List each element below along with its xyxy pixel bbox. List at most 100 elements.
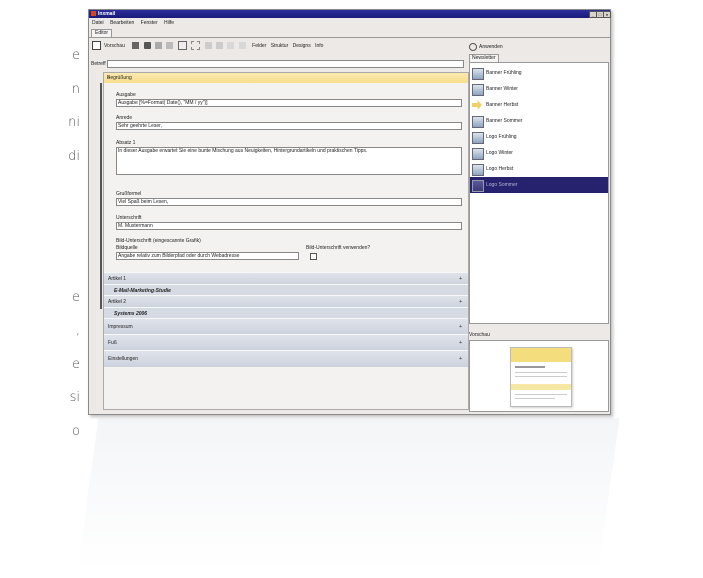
document-icon bbox=[472, 132, 484, 144]
image-icon[interactable] bbox=[238, 42, 246, 50]
title-bar: Inxmail _ □ × bbox=[89, 10, 611, 18]
subject-row: Betreff bbox=[91, 60, 464, 68]
list-item[interactable]: Banner Sommer bbox=[470, 113, 608, 129]
document-icon bbox=[472, 180, 484, 192]
gruss-label: Grußformel bbox=[116, 191, 142, 197]
list-item[interactable]: Logo Winter bbox=[470, 145, 608, 161]
list-item-label: Banner Sommer bbox=[486, 118, 523, 124]
preview-header: Vorschau bbox=[469, 332, 490, 338]
section-einstellungen[interactable]: Einstellungen + bbox=[104, 350, 468, 367]
menu-fenster[interactable]: Fenster bbox=[141, 20, 158, 26]
preview-icon bbox=[92, 41, 101, 51]
editor-area: Begrüßung – Ausgabe Ausgabe [%=Format( D… bbox=[100, 72, 469, 410]
expand-icon[interactable]: + bbox=[459, 324, 462, 330]
section-fuss-label: Fuß bbox=[108, 340, 117, 346]
list-item[interactable]: Banner Frühling bbox=[470, 65, 608, 81]
section-impressum[interactable]: Impressum + bbox=[104, 318, 468, 335]
background-text-5: e bbox=[72, 290, 80, 305]
background-text-9: o bbox=[72, 424, 80, 439]
document-icon bbox=[472, 84, 484, 96]
menu-hilfe[interactable]: Hilfe bbox=[164, 20, 174, 26]
preview-label: Vorschau bbox=[104, 43, 125, 49]
list-item-label: Banner Frühling bbox=[486, 70, 522, 76]
bildquelle-field[interactable]: Angabe relativ zum Bilderpfad oder durch… bbox=[116, 252, 299, 260]
section-bar bbox=[100, 83, 102, 309]
right-panel: Anwenden Newsletter Banner Frühling Bann… bbox=[467, 40, 609, 412]
anrede-label: Anrede bbox=[116, 115, 133, 121]
list-item[interactable]: Banner Herbst bbox=[470, 97, 608, 113]
background-text-7: e bbox=[72, 357, 80, 372]
background-text-6: , bbox=[75, 323, 80, 338]
artikel2-subtitle: Systems 2006 bbox=[114, 311, 148, 317]
arrow-right-icon bbox=[472, 100, 482, 110]
background-text-3: ni bbox=[68, 115, 80, 130]
section-artikel1-label: Artikel 1 bbox=[108, 276, 127, 282]
tab-newsletter[interactable]: Newsletter bbox=[469, 54, 499, 62]
paste-icon[interactable] bbox=[166, 42, 174, 50]
preview-pane bbox=[469, 340, 609, 412]
bildquelle-label: Bildquelle bbox=[116, 245, 138, 251]
info-button[interactable]: Info bbox=[315, 41, 323, 52]
absatz-field[interactable]: In dieser Ausgabe erwartet Sie eine bunt… bbox=[116, 147, 462, 175]
window-reflection bbox=[77, 418, 620, 568]
section-fuss[interactable]: Fuß + bbox=[104, 334, 468, 351]
copy-icon[interactable] bbox=[155, 42, 163, 50]
window-title: Inxmail bbox=[98, 11, 116, 17]
app-icon bbox=[91, 11, 96, 16]
expand-icon[interactable]: + bbox=[459, 340, 462, 346]
unterschrift-field[interactable]: M. Mustermann bbox=[116, 222, 462, 230]
list-item-label: Logo Frühling bbox=[486, 134, 517, 140]
preview-button[interactable]: Vorschau bbox=[92, 41, 128, 52]
save-icon[interactable] bbox=[143, 42, 151, 50]
arrow-down-icon[interactable] bbox=[215, 42, 223, 50]
tab-editor[interactable]: Editor bbox=[91, 29, 113, 37]
subject-label: Betreff bbox=[91, 61, 106, 67]
ausgabe-label: Ausgabe bbox=[116, 92, 136, 98]
expand-icon[interactable]: + bbox=[459, 299, 462, 305]
bild-checkbox[interactable] bbox=[310, 253, 317, 260]
app-window: Inxmail _ □ × Datei Bearbeiten Fenster H… bbox=[88, 9, 611, 415]
collapse-icon[interactable]: – bbox=[107, 75, 462, 81]
editor-tab-row: Editor bbox=[89, 28, 610, 38]
document-icon bbox=[472, 148, 484, 160]
fields-button[interactable]: Felder bbox=[252, 41, 266, 52]
menu-datei[interactable]: Datei bbox=[92, 20, 104, 26]
apply-button[interactable]: Anwenden bbox=[469, 42, 607, 52]
table-icon[interactable] bbox=[177, 41, 187, 51]
subject-input[interactable] bbox=[107, 60, 464, 68]
list-item-label: Logo Winter bbox=[486, 150, 513, 156]
document-icon bbox=[472, 164, 484, 176]
section-artikel2-label: Artikel 2 bbox=[108, 299, 127, 305]
anrede-field[interactable]: Sehr geehrte Leser, bbox=[116, 122, 462, 130]
list-item[interactable]: Banner Winter bbox=[470, 81, 608, 97]
apply-label: Anwenden bbox=[479, 44, 503, 50]
grid-icon[interactable] bbox=[191, 41, 201, 51]
bild-check-label: Bild-Unterschrift verwenden? bbox=[306, 245, 371, 251]
structure-button[interactable]: Struktur bbox=[271, 41, 289, 52]
arrow-up-icon[interactable] bbox=[204, 42, 212, 50]
background-text-8: si bbox=[69, 390, 80, 405]
artikel1-subtitle: E-Mail-Marketing-Studie bbox=[114, 288, 171, 294]
section-einstellungen-label: Einstellungen bbox=[108, 356, 139, 362]
gruss-field[interactable]: Viel Spaß beim Lesen, bbox=[116, 198, 462, 206]
ausgabe-field[interactable]: Ausgabe [%=Format( Date(), "MM / yy")] bbox=[116, 99, 462, 107]
list-item-selected[interactable]: Logo Sommer bbox=[470, 177, 608, 193]
designs-button[interactable]: Designs bbox=[293, 41, 311, 52]
list-item-label: Banner Winter bbox=[486, 86, 518, 92]
background-text-4: di bbox=[68, 149, 80, 164]
absatz-label: Absatz 1 bbox=[116, 140, 136, 146]
template-list: Banner Frühling Banner Winter Banner Her… bbox=[469, 62, 609, 324]
apply-icon bbox=[469, 42, 477, 51]
link-icon[interactable] bbox=[227, 42, 235, 50]
preview-thumbnail bbox=[510, 347, 572, 407]
menu-bearbeiten[interactable]: Bearbeiten bbox=[110, 20, 134, 26]
list-item-label: Logo Herbst bbox=[486, 166, 514, 172]
close-icon[interactable]: × bbox=[603, 11, 611, 18]
section-begruessung[interactable]: Begrüßung – bbox=[104, 73, 468, 83]
list-item[interactable]: Logo Frühling bbox=[470, 129, 608, 145]
expand-icon[interactable]: + bbox=[459, 356, 462, 362]
background-text-1: e bbox=[72, 48, 80, 63]
expand-icon[interactable]: + bbox=[459, 276, 462, 282]
print-icon[interactable] bbox=[132, 42, 140, 50]
list-item[interactable]: Logo Herbst bbox=[470, 161, 608, 177]
